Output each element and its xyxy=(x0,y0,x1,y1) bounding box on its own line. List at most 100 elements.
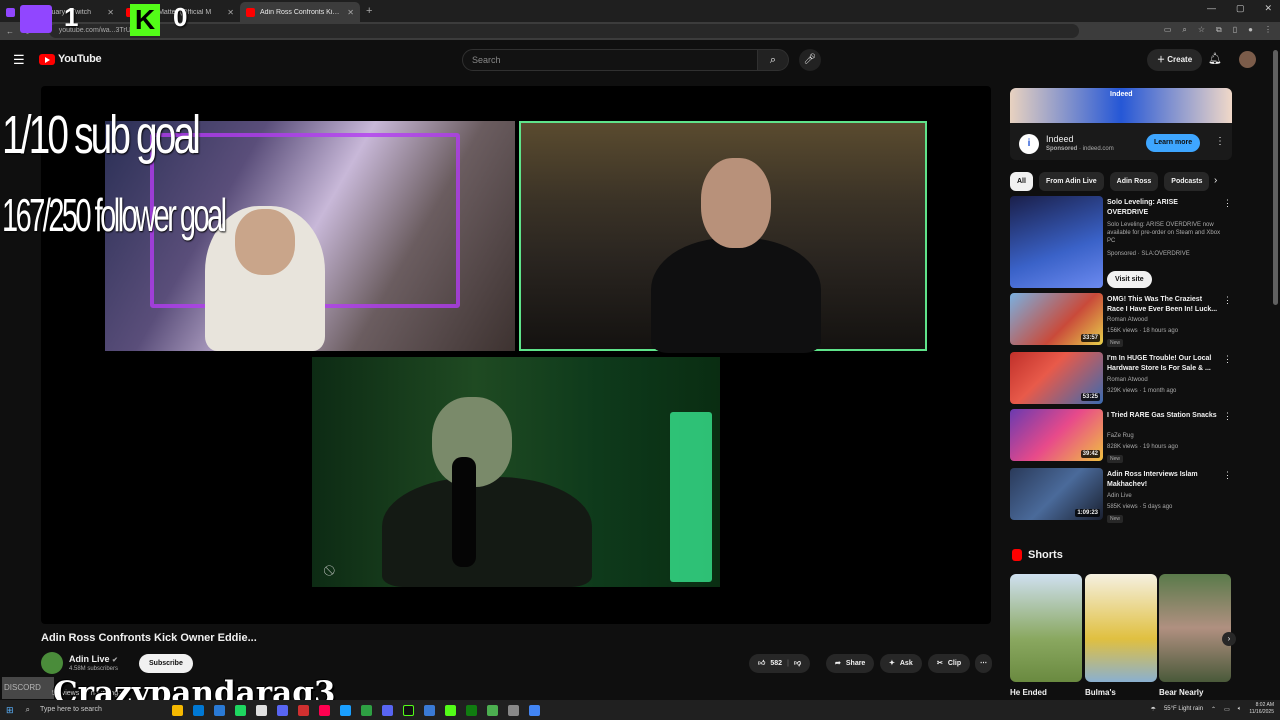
short-title[interactable]: Bulma's xyxy=(1085,688,1116,697)
short-title[interactable]: He Ended xyxy=(1010,688,1047,697)
bookmark-star-icon[interactable]: ☆ xyxy=(1198,25,1205,35)
channel-avatar[interactable] xyxy=(41,652,63,674)
app-icon[interactable] xyxy=(298,704,310,716)
short-title[interactable]: Bear Nearly xyxy=(1159,688,1203,697)
short-thumbnail[interactable] xyxy=(1010,574,1082,682)
new-tab-button[interactable]: + xyxy=(366,5,372,17)
video-thumbnail: 33:57 xyxy=(1010,293,1103,345)
discord-icon[interactable] xyxy=(382,704,394,716)
close-tab-icon[interactable]: ✕ xyxy=(347,8,354,17)
kick-icon[interactable] xyxy=(403,704,415,716)
channel-name[interactable]: Adin Live ✔ xyxy=(69,654,118,664)
tab-twitch[interactable]: yourSanctuary - Twitch ✕ xyxy=(0,2,120,22)
network-icon[interactable]: ▭ xyxy=(1224,706,1230,713)
ad-menu-icon[interactable]: ⋮ xyxy=(1215,136,1225,147)
chip-adin-ross[interactable]: Adin Ross xyxy=(1109,172,1159,191)
chrome-icon[interactable] xyxy=(529,704,541,716)
sponsored-game-card[interactable]: Solo Leveling: ARISE OVERDRIVE Solo Leve… xyxy=(1010,196,1232,291)
chip-podcasts[interactable]: Podcasts xyxy=(1164,172,1210,191)
muted-mic-icon: 🚫︎ xyxy=(323,566,336,577)
recommended-video[interactable]: 1:09:23 Adin Ross Interviews Islam Makha… xyxy=(1010,468,1232,523)
like-count[interactable]: 582 xyxy=(770,654,782,673)
recommended-video[interactable]: 33:57 OMG! This Was The Craziest Race I … xyxy=(1010,293,1232,347)
hamburger-menu-icon[interactable]: ☰ xyxy=(13,52,25,68)
create-button[interactable]: ＋ Create xyxy=(1147,49,1203,71)
tiktok-icon[interactable] xyxy=(319,704,331,716)
sponsored-ad-card[interactable]: Indeed i Indeed Sponsored · indeed.com L… xyxy=(1010,88,1232,160)
channel-name: Roman Atwood xyxy=(1107,377,1148,383)
clip-button[interactable]: ✂ Clip xyxy=(928,654,971,673)
windows-start-icon[interactable]: ⊞ xyxy=(6,705,14,716)
taskbar-search-input[interactable]: Type here to search xyxy=(40,703,150,717)
weather-text[interactable]: 55°F Light rain xyxy=(1164,706,1203,712)
short-thumbnail[interactable] xyxy=(1085,574,1157,682)
sidebar-icon[interactable]: ▯ xyxy=(1233,25,1237,35)
recommended-video[interactable]: 39:42 I Tried RARE Gas Station Snacks Fa… xyxy=(1010,409,1232,463)
tab-youtube-video[interactable]: Adin Ross Confronts Kick O ✕ xyxy=(240,2,360,22)
like-dislike-group: 👍︎ 582 | 👎︎ xyxy=(749,654,811,673)
learn-more-button[interactable]: Learn more xyxy=(1146,134,1201,152)
recommended-video[interactable]: 53:25 I'm In HUGE Trouble! Our Local Har… xyxy=(1010,352,1232,406)
chevron-right-icon[interactable]: › xyxy=(1214,175,1217,186)
app-icon[interactable] xyxy=(445,704,457,716)
youtube-logo[interactable]: YouTube xyxy=(39,53,102,65)
voice-search-icon[interactable]: 🎤︎ xyxy=(799,49,821,71)
app-icon[interactable] xyxy=(508,704,520,716)
duration-badge: 53:25 xyxy=(1080,393,1100,401)
video-player[interactable]: 🚫︎ xyxy=(41,86,991,624)
xbox-icon[interactable] xyxy=(466,704,478,716)
close-tab-icon[interactable]: ✕ xyxy=(227,8,234,17)
app-icon[interactable] xyxy=(277,704,289,716)
chip-all[interactable]: All xyxy=(1010,172,1033,191)
dislike-icon[interactable]: 👎︎ xyxy=(794,654,801,673)
app-icon[interactable] xyxy=(487,704,499,716)
maximize-icon[interactable]: ▢ xyxy=(1236,3,1245,14)
app-icon[interactable] xyxy=(256,704,268,716)
search-input[interactable]: Search xyxy=(462,49,758,71)
tray-chevron-icon[interactable]: ⌃ xyxy=(1211,706,1216,713)
close-tab-icon[interactable]: ✕ xyxy=(107,8,114,17)
spotify-icon[interactable] xyxy=(235,704,247,716)
video-menu-icon[interactable]: ⋮ xyxy=(1223,470,1232,481)
app-icon[interactable] xyxy=(214,704,226,716)
cast-icon[interactable]: ▭ xyxy=(1164,25,1172,35)
like-icon[interactable]: 👍︎ xyxy=(758,654,765,673)
extensions-icon[interactable]: ⧉ xyxy=(1216,25,1222,35)
chip-from-adin-live[interactable]: From Adin Live xyxy=(1038,172,1104,191)
minimize-icon[interactable]: — xyxy=(1207,3,1216,14)
share-button[interactable]: ➦ Share xyxy=(826,654,875,673)
zoom-icon[interactable]: ⌕ xyxy=(1182,25,1186,35)
account-avatar[interactable] xyxy=(1239,51,1256,68)
volume-icon[interactable]: 🔈︎ xyxy=(1238,706,1242,713)
video-menu-icon[interactable]: ⋮ xyxy=(1223,354,1232,365)
search-button[interactable]: ⌕ xyxy=(757,49,789,71)
chevron-right-icon[interactable]: › xyxy=(1222,632,1236,646)
edge-icon[interactable] xyxy=(193,704,205,716)
ask-button[interactable]: ✦ Ask xyxy=(880,654,922,673)
video-title: I Tried RARE Gas Station Snacks xyxy=(1107,412,1217,419)
visit-site-button[interactable]: Visit site xyxy=(1107,271,1152,288)
video-menu-icon[interactable]: ⋮ xyxy=(1223,295,1232,306)
profile-icon[interactable]: ● xyxy=(1248,25,1253,35)
app-icon[interactable] xyxy=(172,704,184,716)
subscribe-button[interactable]: Subscribe xyxy=(139,654,193,673)
app-icon[interactable] xyxy=(424,704,436,716)
app-icon[interactable] xyxy=(361,704,373,716)
video-menu-icon[interactable]: ⋮ xyxy=(1223,411,1232,422)
short-thumbnail[interactable] xyxy=(1159,574,1231,682)
browser-menu-icon[interactable]: ⋮ xyxy=(1264,25,1272,35)
close-window-icon[interactable]: ✕ xyxy=(1264,3,1272,14)
url-field[interactable]: youtube.com/wa...3TrUT8m-GM xyxy=(48,24,1079,38)
page-scrollbar[interactable] xyxy=(1273,50,1278,305)
guest-figure xyxy=(651,238,821,353)
weather-icon: ☂ xyxy=(1150,706,1156,713)
notifications-bell-icon[interactable]: 🔔︎ xyxy=(1208,52,1222,65)
more-actions-icon[interactable]: ⋯ xyxy=(975,654,992,673)
video-menu-icon[interactable]: ⋮ xyxy=(1223,198,1232,209)
video-title: Solo Leveling: ARISE OVERDRIVE xyxy=(1107,199,1178,216)
clock[interactable]: 8:02 AM 11/16/2025 xyxy=(1249,702,1274,716)
back-icon[interactable]: ← xyxy=(6,27,14,36)
channel-name: Roman Atwood xyxy=(1107,317,1148,323)
steam-icon[interactable] xyxy=(340,704,352,716)
video-meta: 828K views · 19 hours ago xyxy=(1107,444,1179,450)
